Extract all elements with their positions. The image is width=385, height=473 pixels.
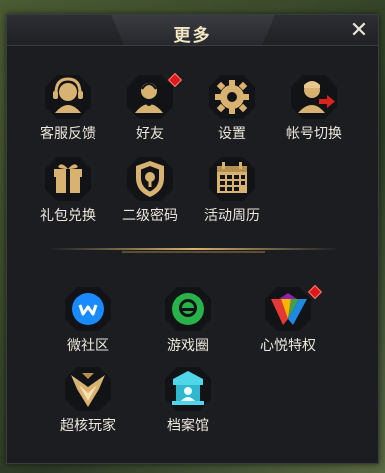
game-circle-button[interactable]: 游戏圈 — [148, 285, 228, 357]
super-core-player-label: 超核玩家 — [60, 417, 116, 433]
micro-community-label: 微社区 — [67, 337, 109, 353]
title-bar: 更多 ✕ — [7, 15, 378, 46]
game-circle-label: 游戏圈 — [167, 337, 209, 353]
xinyue-privilege-label: 心悦特权 — [260, 337, 316, 353]
settings-button[interactable]: 设置 — [192, 73, 272, 145]
micro-community-icon — [63, 285, 113, 333]
settings-label: 设置 — [218, 125, 246, 141]
archive-button[interactable]: 档案馆 — [148, 365, 228, 437]
gift-redeem-label: 礼包兑换 — [40, 207, 96, 223]
calendar-icon — [207, 155, 257, 203]
account-switch-button[interactable]: 帐号切换 — [274, 73, 354, 145]
activity-calendar-label: 活动周历 — [204, 207, 260, 223]
customer-service-headset-icon — [43, 73, 93, 121]
xinyue-privilege-button[interactable]: 心悦特权 — [248, 284, 328, 357]
super-core-player-icon — [63, 365, 113, 413]
section-divider — [47, 243, 340, 255]
panel-title: 更多 — [173, 26, 212, 45]
more-menu-panel: 更多 ✕ 客服反馈 好友 设置 帐号切换 礼包兑换 二级密码 活动周历 微社区 … — [6, 14, 379, 464]
gear-icon — [207, 73, 257, 121]
friends-button[interactable]: 好友 — [110, 72, 190, 145]
shield-lock-icon — [125, 155, 175, 203]
account-switch-label: 帐号切换 — [286, 125, 342, 141]
gift-redeem-button[interactable]: 礼包兑换 — [28, 155, 108, 227]
secondary-password-button[interactable]: 二级密码 — [110, 155, 190, 227]
archive-icon — [163, 365, 213, 413]
gift-box-icon — [43, 155, 93, 203]
archive-label: 档案馆 — [167, 417, 209, 433]
activity-calendar-button[interactable]: 活动周历 — [192, 155, 272, 227]
close-icon[interactable]: ✕ — [346, 17, 372, 43]
xinyue-privilege-icon — [263, 285, 313, 333]
micro-community-button[interactable]: 微社区 — [48, 285, 128, 357]
friends-label: 好友 — [136, 125, 164, 141]
account-switch-icon — [289, 73, 339, 121]
customer-service-button[interactable]: 客服反馈 — [28, 73, 108, 145]
customer-service-label: 客服反馈 — [40, 125, 96, 141]
super-core-player-button[interactable]: 超核玩家 — [48, 365, 128, 437]
game-circle-icon — [163, 285, 213, 333]
secondary-password-label: 二级密码 — [122, 207, 178, 223]
